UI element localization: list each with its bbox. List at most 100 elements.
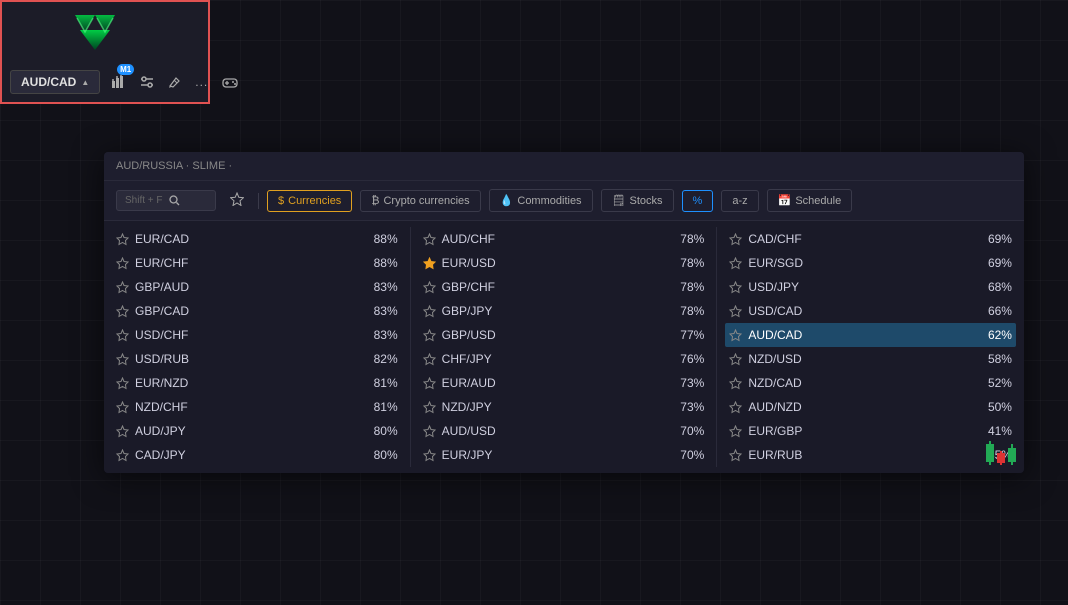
table-row[interactable]: NZD/CAD 52% xyxy=(725,371,1016,395)
table-row[interactable]: USD/CHF 83% xyxy=(112,323,402,347)
favorites-button[interactable] xyxy=(224,190,250,211)
tab-currencies[interactable]: $ Currencies xyxy=(267,190,352,212)
currency-pct: 78% xyxy=(669,304,704,318)
more-button[interactable]: ... xyxy=(191,70,212,94)
table-row[interactable]: USD/RUB 82% xyxy=(112,347,402,371)
table-columns: EUR/CAD 88% EUR/CHF 88% GBP/AUD 83% xyxy=(104,227,1024,467)
currency-name: GBP/CAD xyxy=(135,304,357,318)
game-button[interactable] xyxy=(218,70,242,94)
star-icon xyxy=(116,257,129,270)
currency-pct: 81% xyxy=(363,376,398,390)
currency-pct: 83% xyxy=(363,304,398,318)
currencies-icon: $ xyxy=(278,195,284,207)
table-row[interactable]: EUR/RUB 35% xyxy=(725,443,1016,467)
currency-pct: 83% xyxy=(363,280,398,294)
currency-pct: 52% xyxy=(977,376,1012,390)
currency-pct: 88% xyxy=(363,232,398,246)
star-icon xyxy=(423,425,436,438)
draw-button[interactable] xyxy=(164,70,185,94)
star-icon xyxy=(116,305,129,318)
currency-pct: 78% xyxy=(669,232,704,246)
table-row[interactable]: AUD/CHF 78% xyxy=(419,227,709,251)
stocks-doc-icon: 🗒 xyxy=(612,194,626,207)
currency-name: GBP/AUD xyxy=(135,280,357,294)
currency-pct: 82% xyxy=(363,352,398,366)
search-icon xyxy=(169,195,180,206)
star-icon xyxy=(116,425,129,438)
symbol-button[interactable]: AUD/CAD ▲ xyxy=(10,70,100,94)
tab-az[interactable]: a-z xyxy=(721,190,758,212)
currency-name: CAD/CHF xyxy=(748,232,971,246)
currency-table: EUR/CAD 88% EUR/CHF 88% GBP/AUD 83% xyxy=(104,221,1024,473)
currency-panel: AUD/RUSSIA · SLIME · Shift + F $ xyxy=(104,152,1024,473)
table-row[interactable]: GBP/USD 77% xyxy=(419,323,709,347)
candle-green-tall xyxy=(986,441,994,465)
currency-name: NZD/CHF xyxy=(135,400,357,414)
currency-name: EUR/NZD xyxy=(135,376,357,390)
currency-name: EUR/SGD xyxy=(748,256,971,270)
timeframe-badge[interactable]: M1 xyxy=(117,64,134,75)
logo-area xyxy=(2,2,208,62)
stocks-label: Stocks xyxy=(630,195,663,207)
star-icon xyxy=(116,329,129,342)
tab-percent[interactable]: % xyxy=(682,190,714,212)
table-row[interactable]: EUR/NZD 81% xyxy=(112,371,402,395)
star-icon xyxy=(116,377,129,390)
tab-schedule[interactable]: 📅 Schedule xyxy=(767,189,853,212)
currency-pct: 83% xyxy=(363,328,398,342)
table-row[interactable]: EUR/USD 78% xyxy=(419,251,709,275)
candle-red xyxy=(997,451,1005,465)
star-icon xyxy=(423,233,436,246)
table-row[interactable]: EUR/CHF 88% xyxy=(112,251,402,275)
search-shortcut: Shift + F xyxy=(125,195,163,206)
table-row[interactable]: EUR/AUD 73% xyxy=(419,371,709,395)
crypto-icon: ₿ xyxy=(371,195,379,207)
star-icon xyxy=(423,377,436,390)
search-box[interactable]: Shift + F xyxy=(116,190,216,211)
table-row[interactable]: AUD/NZD 50% xyxy=(725,395,1016,419)
wick-bottom xyxy=(989,462,991,465)
divider-1 xyxy=(258,193,259,209)
table-row[interactable]: NZD/JPY 73% xyxy=(419,395,709,419)
table-row[interactable]: GBP/CAD 83% xyxy=(112,299,402,323)
table-row[interactable]: CAD/CHF 69% xyxy=(725,227,1016,251)
table-row[interactable]: GBP/JPY 78% xyxy=(419,299,709,323)
currency-pct: 58% xyxy=(977,352,1012,366)
tab-commodities[interactable]: 💧 EUR/CAD Commodities xyxy=(489,189,593,212)
tab-stocks[interactable]: 🗒 Stocks xyxy=(601,189,674,212)
candle-body xyxy=(1008,448,1016,462)
tab-crypto[interactable]: ₿ Crypto currencies xyxy=(360,190,480,212)
wick-bottom xyxy=(1011,462,1013,465)
table-row[interactable]: USD/CAD 66% xyxy=(725,299,1016,323)
table-row[interactable]: GBP/AUD 83% xyxy=(112,275,402,299)
commodities-icon: 💧 xyxy=(500,194,514,207)
star-icon xyxy=(116,449,129,462)
table-col-2: AUD/CHF 78% EUR/USD 78% GBP/CHF 78% xyxy=(411,227,718,467)
candle-body xyxy=(997,453,1005,463)
star-icon xyxy=(423,305,436,318)
table-row[interactable]: NZD/USD 58% xyxy=(725,347,1016,371)
star-icon xyxy=(423,353,436,366)
currency-name: AUD/USD xyxy=(442,424,664,438)
table-row[interactable]: NZD/CHF 81% xyxy=(112,395,402,419)
table-row[interactable]: EUR/JPY 70% xyxy=(419,443,709,467)
table-row[interactable]: EUR/GBP 41% xyxy=(725,419,1016,443)
star-icon xyxy=(729,233,742,246)
currency-pct: 66% xyxy=(977,304,1012,318)
filter-button[interactable] xyxy=(136,70,158,94)
table-row[interactable]: AUD/JPY 80% xyxy=(112,419,402,443)
table-row[interactable]: EUR/SGD 69% xyxy=(725,251,1016,275)
symbol-arrow: ▲ xyxy=(81,78,89,87)
star-icon xyxy=(423,257,436,270)
table-row[interactable]: GBP/CHF 78% xyxy=(419,275,709,299)
table-row[interactable]: CAD/JPY 80% xyxy=(112,443,402,467)
candle-green-medium xyxy=(1008,444,1016,465)
table-row[interactable]: CHF/JPY 76% xyxy=(419,347,709,371)
table-row[interactable]: USD/JPY 68% xyxy=(725,275,1016,299)
table-row[interactable]: AUD/USD 70% xyxy=(419,419,709,443)
table-row[interactable]: EUR/CAD 88% xyxy=(112,227,402,251)
star-icon xyxy=(729,401,742,414)
pen-icon xyxy=(168,76,181,89)
table-row-selected[interactable]: AUD/CAD 62% xyxy=(725,323,1016,347)
currency-pct: 77% xyxy=(669,328,704,342)
